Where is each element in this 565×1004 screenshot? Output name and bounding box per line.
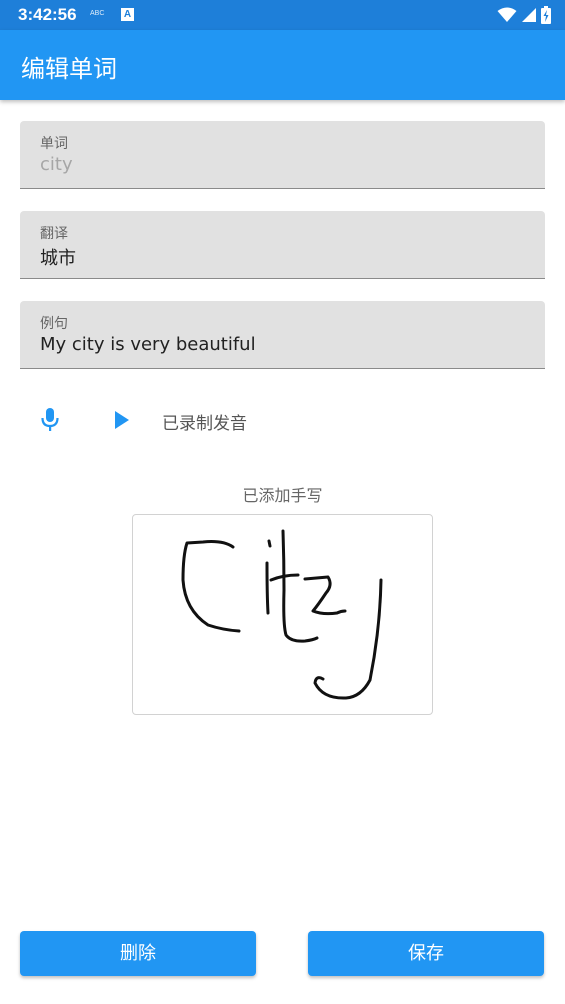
example-field-label: 例句 [40,316,68,332]
battery-icon [541,6,551,24]
handwriting-strokes [181,529,383,700]
translation-input[interactable]: 城市 [40,244,76,270]
play-icon [115,411,129,429]
audio-status-text: 已录制发音 [162,414,247,434]
translation-field[interactable]: 翻译 城市 [20,211,545,279]
wifi-icon [497,7,517,22]
app-bar: 编辑单词 [0,30,565,100]
save-button[interactable]: 保存 [308,931,544,976]
mic-icon [41,408,59,431]
status-bar: 3:42:56 ABC A [0,0,565,30]
example-input[interactable]: My city is very beautiful [40,334,256,355]
delete-button[interactable]: 删除 [20,931,256,976]
status-time: 3:42:56 [18,5,77,24]
translation-field-label: 翻译 [40,226,68,242]
page-title: 编辑单词 [21,55,117,83]
status-icons [497,4,551,26]
example-field[interactable]: 例句 My city is very beautiful [20,301,545,369]
handwriting-status-label: 已添加手写 [242,486,323,505]
play-button[interactable] [102,400,142,440]
abc-badge: ABC [90,10,105,17]
audio-row: 已录制发音 [0,396,565,444]
handwriting-canvas[interactable] [132,514,433,715]
signal-icon [522,8,536,22]
word-input[interactable]: city [40,154,73,175]
word-field-label: 单词 [40,136,68,152]
notification-icon: A [121,8,134,21]
word-field[interactable]: 单词 city [20,121,545,189]
record-button[interactable] [30,400,70,440]
